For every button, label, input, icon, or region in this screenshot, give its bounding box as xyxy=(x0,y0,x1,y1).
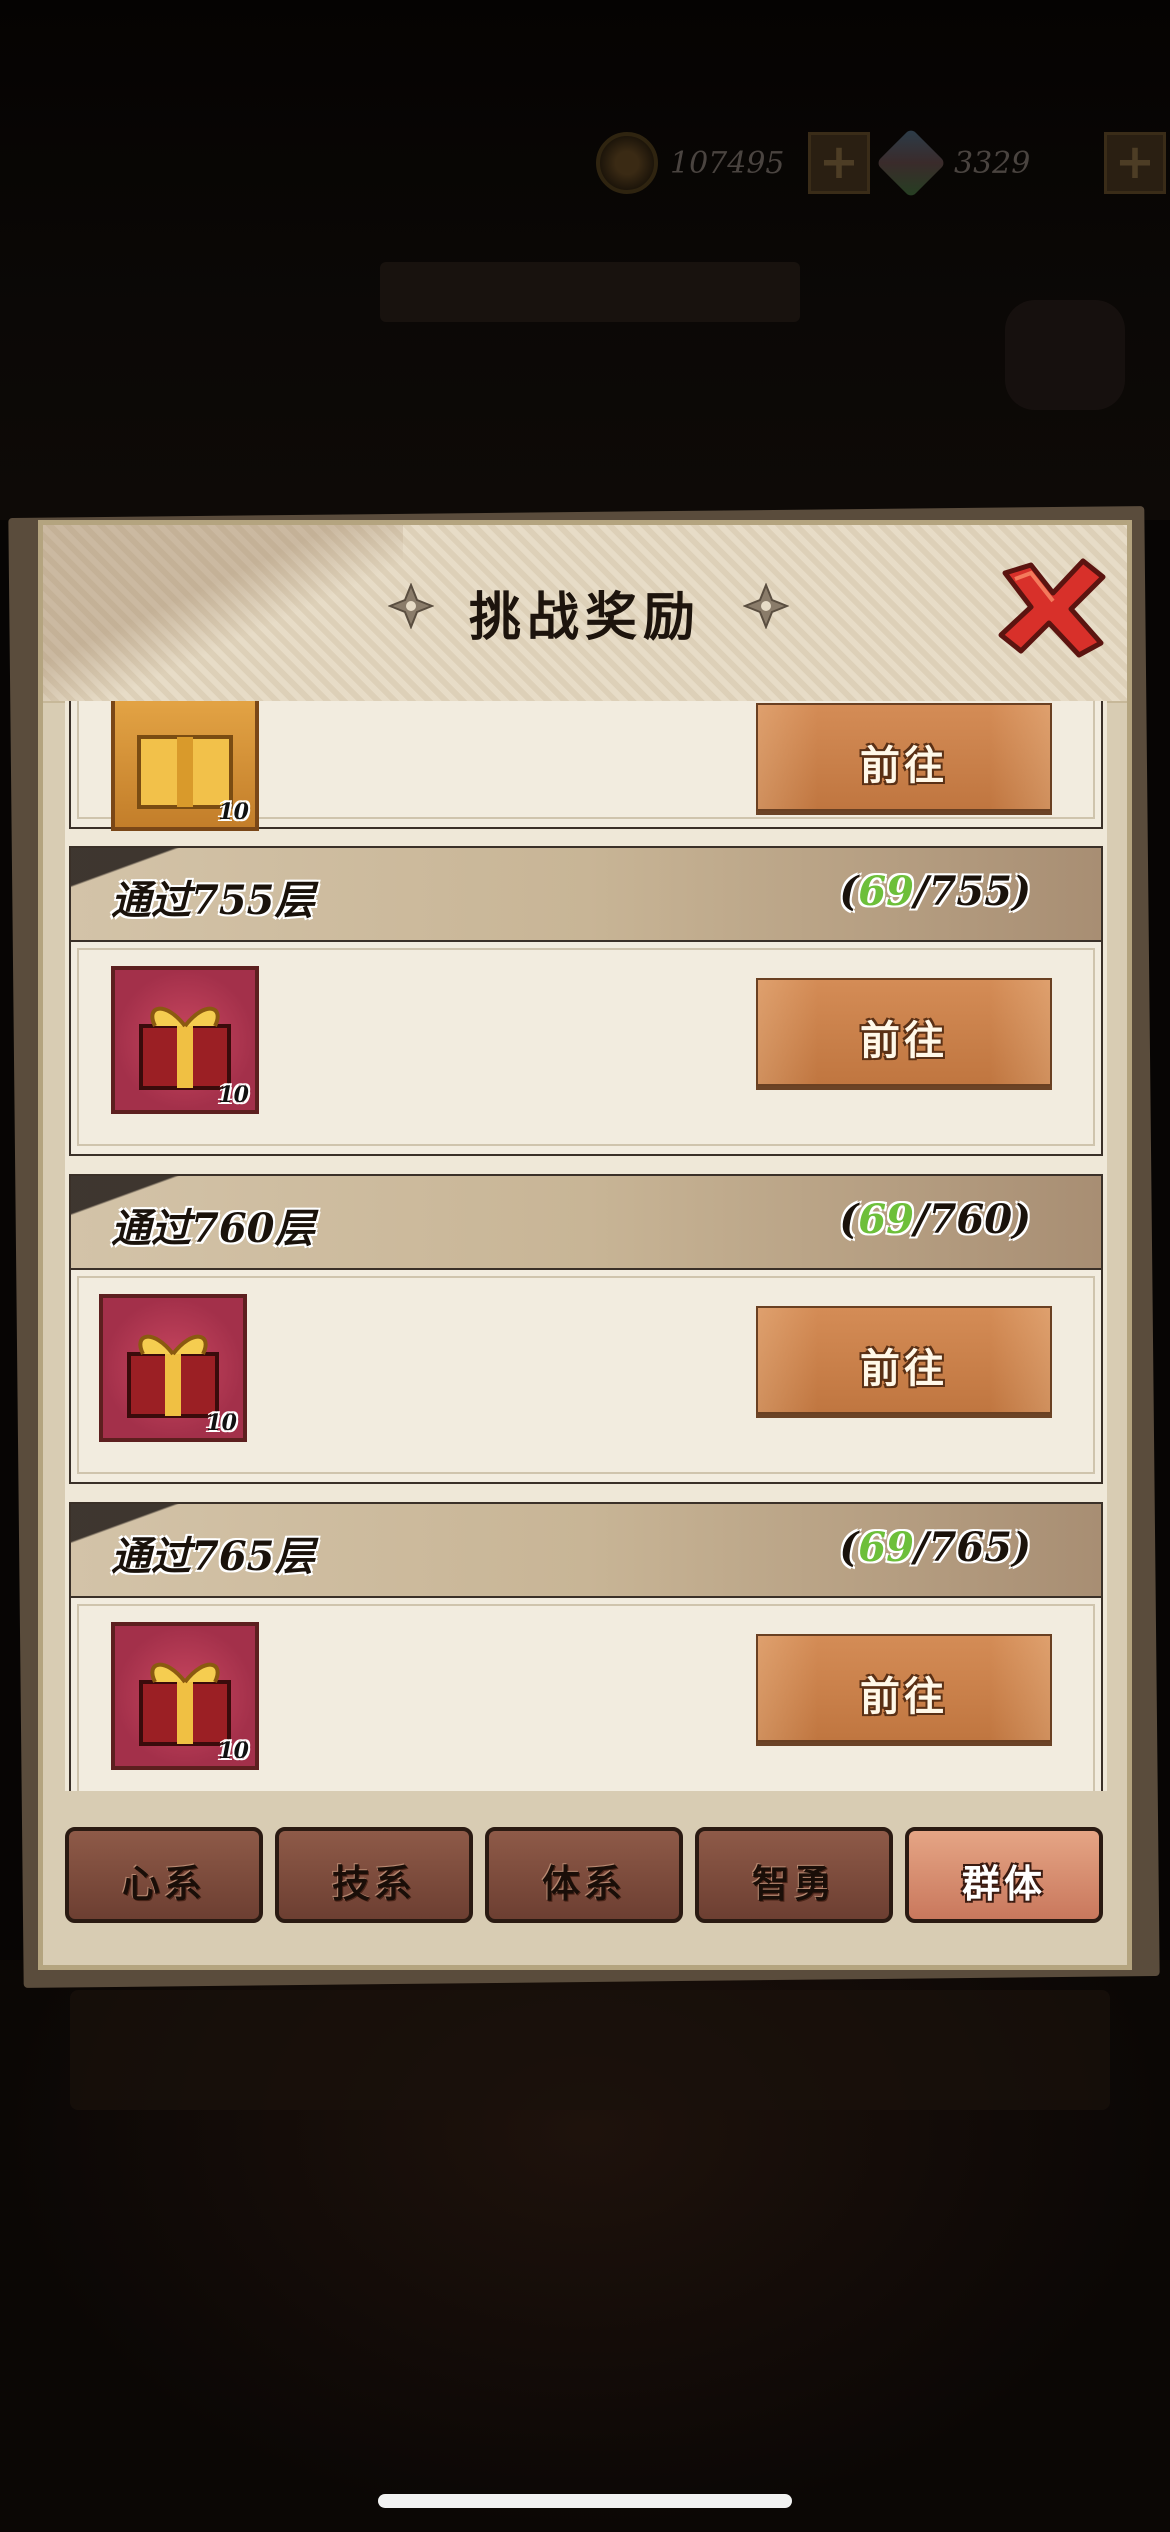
go-button-label: 前往 xyxy=(860,742,948,789)
tab-skill-type[interactable]: 技系 xyxy=(275,1827,473,1923)
gem-icon xyxy=(875,127,947,199)
item-count: 10 xyxy=(218,1738,249,1764)
tab-group[interactable]: 群体 xyxy=(905,1827,1103,1923)
challenge-rewards-dialog: 挑战奖励 10 前往 通过755层 (69/755) 10 前往 通过760层 … xyxy=(38,520,1132,1970)
background-avatar xyxy=(1005,300,1125,410)
go-button[interactable]: 前往 xyxy=(756,703,1052,811)
go-button[interactable]: 前往 xyxy=(756,978,1052,1086)
close-button[interactable] xyxy=(991,551,1111,661)
go-button-label: 前往 xyxy=(860,1673,948,1720)
reward-card: 通过755层 (69/755) 10 前往 xyxy=(69,846,1103,1156)
home-indicator[interactable] xyxy=(378,2494,792,2508)
reward-gift-icon[interactable]: 10 xyxy=(111,966,259,1114)
reward-card-header: 通过760层 (69/760) xyxy=(71,1176,1101,1270)
go-button-label: 前往 xyxy=(860,1345,948,1392)
dialog-title: 挑战奖励 xyxy=(468,587,701,648)
tab-heart-type[interactable]: 心系 xyxy=(65,1827,263,1923)
coin-amount: 107495 xyxy=(670,145,785,181)
reward-chest-icon[interactable]: 10 xyxy=(111,701,259,831)
background-panel xyxy=(70,1990,1110,2110)
coin-icon xyxy=(596,132,658,194)
add-gems-button[interactable]: + xyxy=(1104,132,1166,194)
floor-progress: (69/760) xyxy=(839,1196,1031,1243)
item-count: 10 xyxy=(206,1410,237,1436)
gem-balance: 3329 xyxy=(875,127,1031,199)
reward-gift-icon[interactable]: 10 xyxy=(111,1622,259,1770)
reward-card: 通过760层 (69/760) 10 前往 xyxy=(69,1174,1103,1484)
go-button[interactable]: 前往 xyxy=(756,1634,1052,1742)
reward-card-header: 通过765层 (69/765) xyxy=(71,1504,1101,1598)
reward-card-header: 通过755层 (69/755) xyxy=(71,848,1101,942)
go-button-label: 前往 xyxy=(860,1017,948,1064)
reward-card: 通过765层 (69/765) 10 前往 xyxy=(69,1502,1103,1791)
add-coins-button[interactable]: + xyxy=(808,132,870,194)
background-title xyxy=(380,262,800,322)
floor-requirement: 通过765层 xyxy=(111,1533,315,1580)
floor-requirement: 通过755层 xyxy=(111,877,315,924)
floor-requirement: 通过760层 xyxy=(111,1205,315,1252)
reward-card: 10 前往 xyxy=(69,701,1103,831)
floor-progress: (69/755) xyxy=(839,868,1031,915)
shuriken-icon xyxy=(743,583,789,629)
go-button[interactable]: 前往 xyxy=(756,1306,1052,1414)
reward-list[interactable]: 10 前往 通过755层 (69/755) 10 前往 通过760层 (69/7… xyxy=(65,701,1107,1791)
reward-gift-icon[interactable]: 10 xyxy=(99,1294,247,1442)
coin-balance: 107495 xyxy=(596,128,785,198)
floor-progress: (69/765) xyxy=(839,1524,1031,1571)
background-screen xyxy=(0,0,1170,520)
dialog-header: 挑战奖励 xyxy=(43,525,1127,703)
item-count: 10 xyxy=(218,1082,249,1108)
tab-body-type[interactable]: 体系 xyxy=(485,1827,683,1923)
tab-wisdom-courage[interactable]: 智勇 xyxy=(695,1827,893,1923)
item-count: 10 xyxy=(218,799,249,825)
gem-amount: 3329 xyxy=(954,145,1031,181)
